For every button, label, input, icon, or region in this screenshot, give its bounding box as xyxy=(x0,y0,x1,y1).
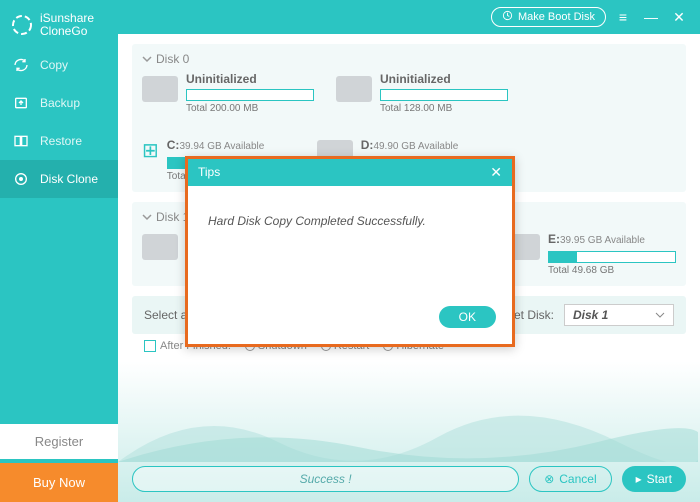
modal-overlay: Tips ✕ Hard Disk Copy Completed Successf… xyxy=(0,0,700,502)
ok-button[interactable]: OK xyxy=(439,306,496,328)
dialog-close-icon[interactable]: ✕ xyxy=(490,164,502,181)
dialog-message: Hard Disk Copy Completed Successfully. xyxy=(188,186,512,306)
dialog-title: Tips xyxy=(198,165,220,179)
tips-dialog: Tips ✕ Hard Disk Copy Completed Successf… xyxy=(185,156,515,347)
